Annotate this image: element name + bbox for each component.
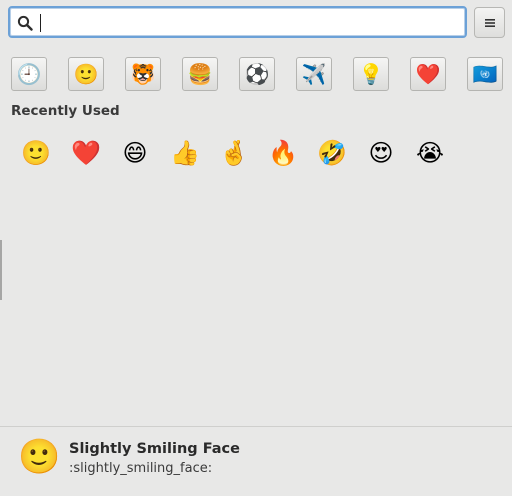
soccer-ball-icon: ⚽ (244, 62, 270, 86)
section-title: Recently Used (11, 103, 120, 119)
emoji-loudly-crying[interactable]: 😭 (414, 138, 446, 168)
hamburger-menu-icon (484, 18, 495, 27)
light-bulb-icon: 💡 (358, 62, 384, 86)
emoji-rolling-laughing[interactable]: 🤣 (316, 138, 348, 168)
airplane-icon: ✈️ (301, 62, 327, 86)
tab-smileys[interactable]: 🙂 (68, 57, 104, 91)
window-edge (0, 240, 2, 300)
emoji-fire[interactable]: 🔥 (267, 138, 299, 168)
preview-emoji: 🙂 (18, 437, 61, 477)
emoji-grinning-face[interactable]: 😄 (119, 138, 151, 168)
tiger-icon: 🐯 (130, 62, 156, 86)
emoji-slightly-smiling-face[interactable]: 🙂 (20, 138, 52, 168)
preview-emoji-name: Slightly Smiling Face (69, 441, 240, 457)
tab-recent[interactable]: 🕘 (11, 57, 47, 91)
search-row (8, 6, 505, 40)
preview-emoji-shortcode: :slightly_smiling_face: (69, 461, 213, 476)
tab-activities[interactable]: ⚽ (239, 57, 275, 91)
tab-travel[interactable]: ✈️ (296, 57, 332, 91)
un-flag-icon: 🇺🇳 (472, 62, 498, 86)
text-cursor (40, 14, 41, 32)
emoji-crossed-fingers[interactable]: 🤞 (218, 138, 250, 168)
emoji-heart-eyes[interactable]: 😍 (365, 138, 397, 168)
tab-symbols[interactable]: ❤️ (410, 57, 446, 91)
search-field[interactable] (8, 6, 467, 38)
clock-icon: 🕘 (16, 62, 42, 86)
footer-divider (0, 426, 512, 427)
tab-food[interactable]: 🍔 (182, 57, 218, 91)
search-input[interactable] (44, 12, 458, 36)
burger-icon: 🍔 (187, 62, 213, 86)
menu-button[interactable] (474, 7, 505, 38)
tab-animals[interactable]: 🐯 (125, 57, 161, 91)
emoji-red-heart[interactable]: ❤️ (70, 138, 102, 168)
tab-objects[interactable]: 💡 (353, 57, 389, 91)
smiley-icon: 🙂 (73, 62, 99, 86)
emoji-thumbs-up[interactable]: 👍 (169, 138, 201, 168)
search-icon (17, 15, 33, 31)
heart-icon: ❤️ (415, 62, 441, 86)
tab-flags[interactable]: 🇺🇳 (467, 57, 503, 91)
